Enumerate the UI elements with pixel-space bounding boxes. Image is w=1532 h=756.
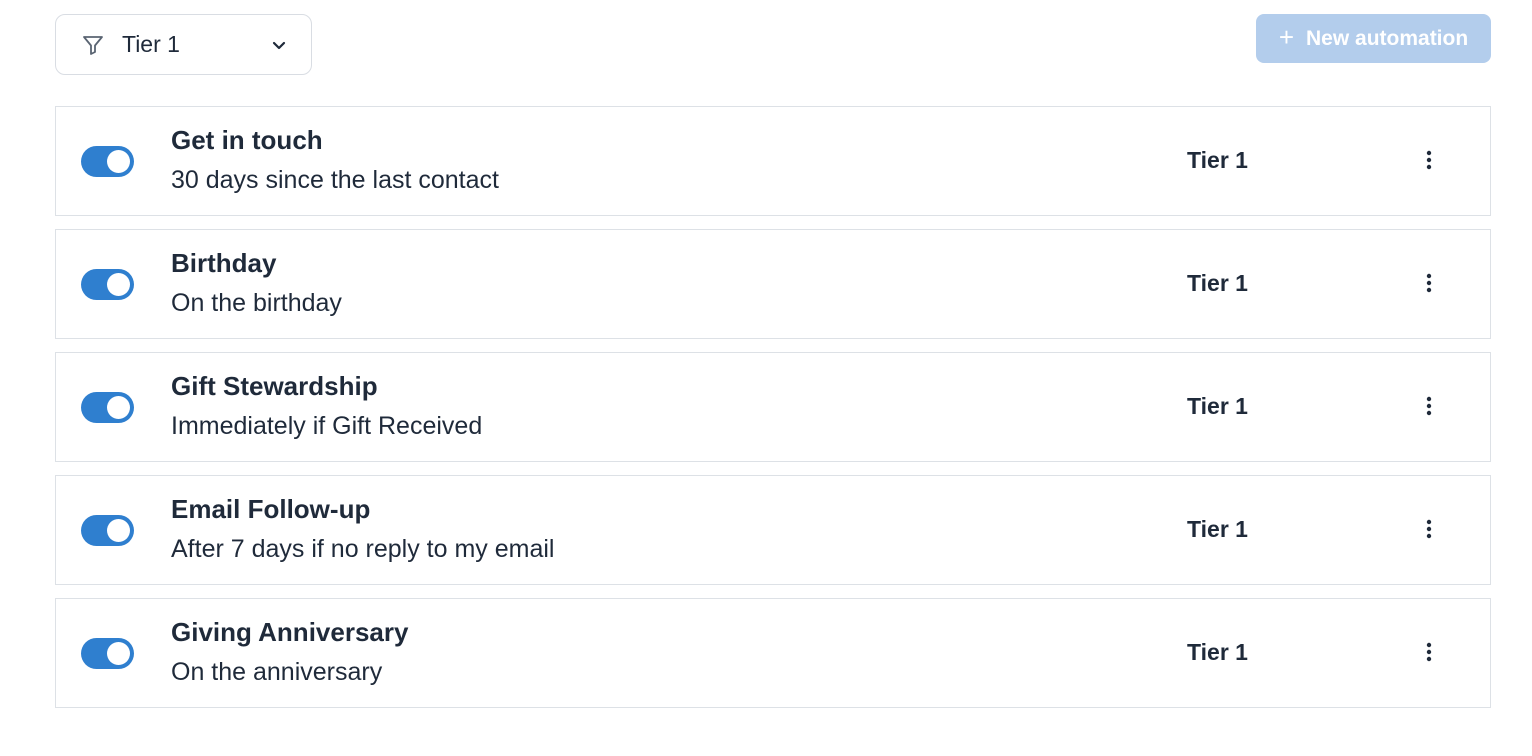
automation-row: Birthday On the birthday Tier 1 [55, 229, 1491, 339]
automation-tier: Tier 1 [1187, 147, 1248, 173]
automation-row: Giving Anniversary On the anniversary Ti… [55, 598, 1491, 708]
automation-title: Email Follow-up [171, 494, 371, 524]
more-options-icon[interactable] [1416, 145, 1442, 175]
tier-filter-dropdown[interactable]: Tier 1 [55, 14, 312, 75]
filter-icon [80, 32, 106, 58]
toggle-knob [107, 150, 130, 173]
more-options-icon[interactable] [1416, 391, 1442, 421]
automation-tier: Tier 1 [1187, 516, 1248, 542]
plus-icon: + [1278, 22, 1294, 52]
more-options-icon[interactable] [1416, 268, 1442, 298]
automation-title: Gift Stewardship [171, 371, 378, 401]
automation-title: Birthday [171, 248, 277, 278]
automation-title: Giving Anniversary [171, 617, 409, 647]
toggle-knob [107, 519, 130, 542]
new-automation-button[interactable]: + New automation [1256, 14, 1491, 63]
toggle-knob [107, 642, 130, 665]
new-automation-label: New automation [1306, 26, 1469, 50]
more-options-icon[interactable] [1416, 514, 1442, 544]
automation-toggle[interactable] [81, 269, 134, 300]
automation-toggle[interactable] [81, 392, 134, 423]
automation-list: Get in touch 30 days since the last cont… [55, 106, 1491, 721]
automation-tier: Tier 1 [1187, 270, 1248, 296]
automation-tier: Tier 1 [1187, 393, 1248, 419]
toggle-knob [107, 273, 130, 296]
automation-row: Get in touch 30 days since the last cont… [55, 106, 1491, 216]
automation-trigger: On the birthday [171, 289, 342, 317]
automation-row: Gift Stewardship Immediately if Gift Rec… [55, 352, 1491, 462]
filter-selected-value: Tier 1 [122, 31, 180, 57]
automation-trigger: Immediately if Gift Received [171, 412, 483, 440]
more-options-icon[interactable] [1416, 637, 1442, 667]
automations-page: Tier 1 + New automation Get in touch 30 … [0, 0, 1532, 756]
automation-row: Email Follow-up After 7 days if no reply… [55, 475, 1491, 585]
automation-tier: Tier 1 [1187, 639, 1248, 665]
toggle-knob [107, 396, 130, 419]
chevron-down-icon [269, 35, 289, 55]
automation-toggle[interactable] [81, 146, 134, 177]
automation-trigger: 30 days since the last contact [171, 166, 499, 194]
automation-trigger: On the anniversary [171, 658, 383, 686]
automation-trigger: After 7 days if no reply to my email [171, 535, 555, 563]
automation-title: Get in touch [171, 125, 323, 155]
automation-toggle[interactable] [81, 638, 134, 669]
automation-toggle[interactable] [81, 515, 134, 546]
